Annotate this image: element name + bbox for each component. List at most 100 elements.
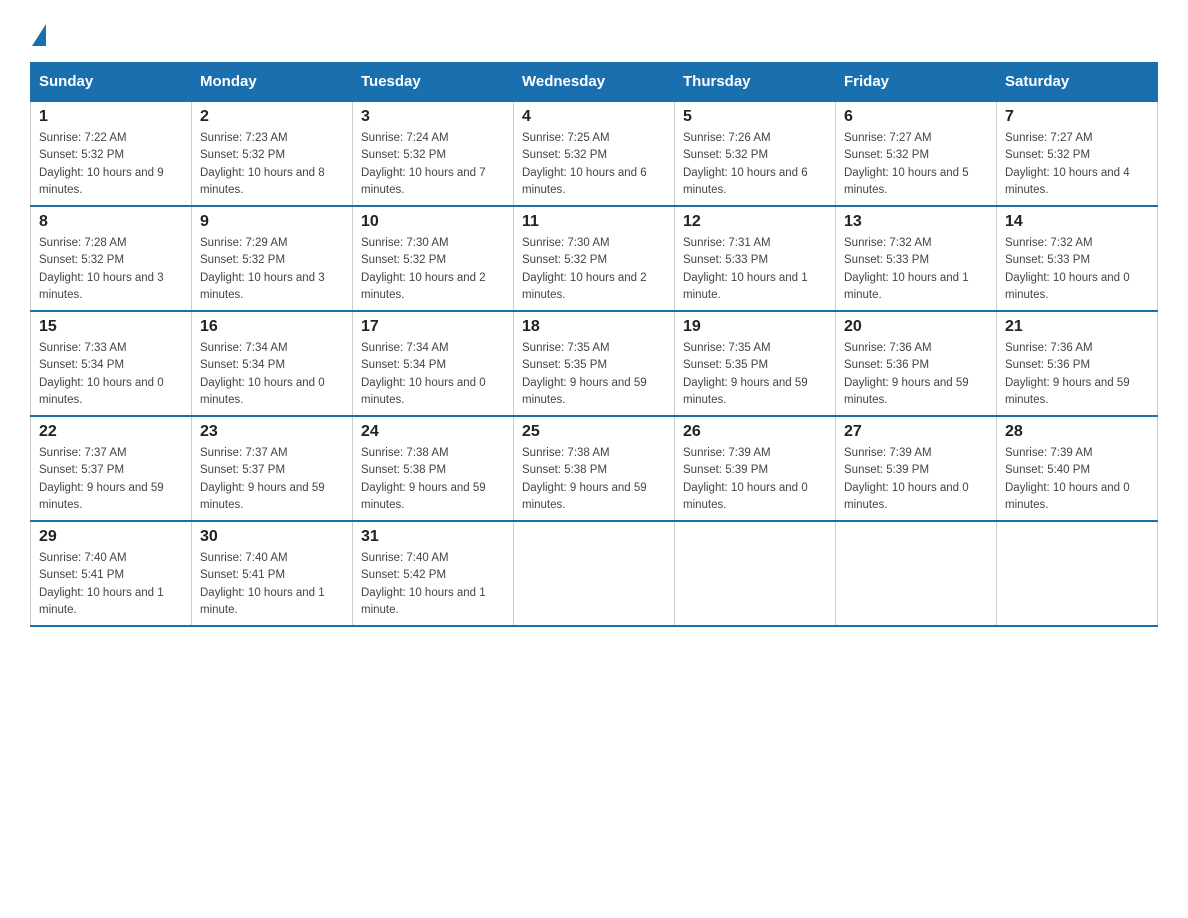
day-info: Sunrise: 7:40 AMSunset: 5:42 PMDaylight:… [361, 550, 505, 619]
calendar-week-row: 22 Sunrise: 7:37 AMSunset: 5:37 PMDaylig… [31, 416, 1158, 521]
calendar-cell: 8 Sunrise: 7:28 AMSunset: 5:32 PMDayligh… [31, 206, 192, 311]
calendar-cell: 26 Sunrise: 7:39 AMSunset: 5:39 PMDaylig… [675, 416, 836, 521]
day-info: Sunrise: 7:39 AMSunset: 5:39 PMDaylight:… [683, 445, 827, 514]
calendar-cell: 29 Sunrise: 7:40 AMSunset: 5:41 PMDaylig… [31, 521, 192, 626]
logo-triangle-icon [32, 24, 46, 46]
calendar-cell: 23 Sunrise: 7:37 AMSunset: 5:37 PMDaylig… [192, 416, 353, 521]
day-number: 29 [39, 528, 183, 546]
weekday-header-thursday: Thursday [675, 63, 836, 102]
day-number: 8 [39, 213, 183, 231]
day-number: 3 [361, 108, 505, 126]
calendar-cell: 10 Sunrise: 7:30 AMSunset: 5:32 PMDaylig… [353, 206, 514, 311]
day-info: Sunrise: 7:36 AMSunset: 5:36 PMDaylight:… [844, 340, 988, 409]
calendar-cell: 12 Sunrise: 7:31 AMSunset: 5:33 PMDaylig… [675, 206, 836, 311]
day-info: Sunrise: 7:38 AMSunset: 5:38 PMDaylight:… [522, 445, 666, 514]
day-info: Sunrise: 7:25 AMSunset: 5:32 PMDaylight:… [522, 130, 666, 199]
day-number: 9 [200, 213, 344, 231]
calendar-cell: 7 Sunrise: 7:27 AMSunset: 5:32 PMDayligh… [997, 101, 1158, 206]
weekday-header-saturday: Saturday [997, 63, 1158, 102]
day-info: Sunrise: 7:30 AMSunset: 5:32 PMDaylight:… [522, 235, 666, 304]
day-info: Sunrise: 7:37 AMSunset: 5:37 PMDaylight:… [200, 445, 344, 514]
weekday-header-tuesday: Tuesday [353, 63, 514, 102]
calendar-cell: 6 Sunrise: 7:27 AMSunset: 5:32 PMDayligh… [836, 101, 997, 206]
day-info: Sunrise: 7:26 AMSunset: 5:32 PMDaylight:… [683, 130, 827, 199]
day-info: Sunrise: 7:22 AMSunset: 5:32 PMDaylight:… [39, 130, 183, 199]
calendar-cell: 11 Sunrise: 7:30 AMSunset: 5:32 PMDaylig… [514, 206, 675, 311]
calendar-cell: 21 Sunrise: 7:36 AMSunset: 5:36 PMDaylig… [997, 311, 1158, 416]
calendar-cell: 25 Sunrise: 7:38 AMSunset: 5:38 PMDaylig… [514, 416, 675, 521]
day-number: 18 [522, 318, 666, 336]
day-info: Sunrise: 7:27 AMSunset: 5:32 PMDaylight:… [844, 130, 988, 199]
day-info: Sunrise: 7:28 AMSunset: 5:32 PMDaylight:… [39, 235, 183, 304]
day-number: 2 [200, 108, 344, 126]
day-number: 6 [844, 108, 988, 126]
day-info: Sunrise: 7:37 AMSunset: 5:37 PMDaylight:… [39, 445, 183, 514]
calendar-cell: 3 Sunrise: 7:24 AMSunset: 5:32 PMDayligh… [353, 101, 514, 206]
day-number: 11 [522, 213, 666, 231]
calendar-cell [836, 521, 997, 626]
day-number: 22 [39, 423, 183, 441]
day-info: Sunrise: 7:34 AMSunset: 5:34 PMDaylight:… [200, 340, 344, 409]
calendar-cell: 19 Sunrise: 7:35 AMSunset: 5:35 PMDaylig… [675, 311, 836, 416]
day-number: 25 [522, 423, 666, 441]
calendar-cell: 18 Sunrise: 7:35 AMSunset: 5:35 PMDaylig… [514, 311, 675, 416]
day-info: Sunrise: 7:34 AMSunset: 5:34 PMDaylight:… [361, 340, 505, 409]
calendar-cell: 9 Sunrise: 7:29 AMSunset: 5:32 PMDayligh… [192, 206, 353, 311]
weekday-header-row: SundayMondayTuesdayWednesdayThursdayFrid… [31, 63, 1158, 102]
day-number: 31 [361, 528, 505, 546]
calendar-cell [997, 521, 1158, 626]
calendar-cell: 20 Sunrise: 7:36 AMSunset: 5:36 PMDaylig… [836, 311, 997, 416]
day-number: 20 [844, 318, 988, 336]
weekday-header-friday: Friday [836, 63, 997, 102]
day-info: Sunrise: 7:23 AMSunset: 5:32 PMDaylight:… [200, 130, 344, 199]
calendar-cell: 22 Sunrise: 7:37 AMSunset: 5:37 PMDaylig… [31, 416, 192, 521]
day-info: Sunrise: 7:35 AMSunset: 5:35 PMDaylight:… [522, 340, 666, 409]
weekday-header-sunday: Sunday [31, 63, 192, 102]
day-info: Sunrise: 7:32 AMSunset: 5:33 PMDaylight:… [844, 235, 988, 304]
calendar-cell: 24 Sunrise: 7:38 AMSunset: 5:38 PMDaylig… [353, 416, 514, 521]
weekday-header-monday: Monday [192, 63, 353, 102]
calendar-week-row: 1 Sunrise: 7:22 AMSunset: 5:32 PMDayligh… [31, 101, 1158, 206]
day-number: 10 [361, 213, 505, 231]
day-info: Sunrise: 7:32 AMSunset: 5:33 PMDaylight:… [1005, 235, 1149, 304]
day-info: Sunrise: 7:39 AMSunset: 5:39 PMDaylight:… [844, 445, 988, 514]
day-number: 15 [39, 318, 183, 336]
day-info: Sunrise: 7:31 AMSunset: 5:33 PMDaylight:… [683, 235, 827, 304]
calendar-cell: 5 Sunrise: 7:26 AMSunset: 5:32 PMDayligh… [675, 101, 836, 206]
calendar-table: SundayMondayTuesdayWednesdayThursdayFrid… [30, 62, 1158, 627]
weekday-header-wednesday: Wednesday [514, 63, 675, 102]
day-number: 23 [200, 423, 344, 441]
day-info: Sunrise: 7:39 AMSunset: 5:40 PMDaylight:… [1005, 445, 1149, 514]
calendar-cell [514, 521, 675, 626]
day-number: 21 [1005, 318, 1149, 336]
day-info: Sunrise: 7:36 AMSunset: 5:36 PMDaylight:… [1005, 340, 1149, 409]
day-info: Sunrise: 7:33 AMSunset: 5:34 PMDaylight:… [39, 340, 183, 409]
day-info: Sunrise: 7:29 AMSunset: 5:32 PMDaylight:… [200, 235, 344, 304]
calendar-week-row: 29 Sunrise: 7:40 AMSunset: 5:41 PMDaylig… [31, 521, 1158, 626]
calendar-cell: 15 Sunrise: 7:33 AMSunset: 5:34 PMDaylig… [31, 311, 192, 416]
calendar-cell: 1 Sunrise: 7:22 AMSunset: 5:32 PMDayligh… [31, 101, 192, 206]
day-info: Sunrise: 7:38 AMSunset: 5:38 PMDaylight:… [361, 445, 505, 514]
day-number: 27 [844, 423, 988, 441]
day-number: 19 [683, 318, 827, 336]
calendar-cell: 14 Sunrise: 7:32 AMSunset: 5:33 PMDaylig… [997, 206, 1158, 311]
day-number: 16 [200, 318, 344, 336]
calendar-cell [675, 521, 836, 626]
day-info: Sunrise: 7:30 AMSunset: 5:32 PMDaylight:… [361, 235, 505, 304]
day-number: 13 [844, 213, 988, 231]
day-number: 5 [683, 108, 827, 126]
day-info: Sunrise: 7:35 AMSunset: 5:35 PMDaylight:… [683, 340, 827, 409]
day-info: Sunrise: 7:40 AMSunset: 5:41 PMDaylight:… [39, 550, 183, 619]
calendar-week-row: 15 Sunrise: 7:33 AMSunset: 5:34 PMDaylig… [31, 311, 1158, 416]
calendar-cell: 4 Sunrise: 7:25 AMSunset: 5:32 PMDayligh… [514, 101, 675, 206]
calendar-cell: 17 Sunrise: 7:34 AMSunset: 5:34 PMDaylig… [353, 311, 514, 416]
day-number: 1 [39, 108, 183, 126]
calendar-cell: 28 Sunrise: 7:39 AMSunset: 5:40 PMDaylig… [997, 416, 1158, 521]
calendar-cell: 16 Sunrise: 7:34 AMSunset: 5:34 PMDaylig… [192, 311, 353, 416]
day-info: Sunrise: 7:40 AMSunset: 5:41 PMDaylight:… [200, 550, 344, 619]
day-number: 26 [683, 423, 827, 441]
day-number: 17 [361, 318, 505, 336]
logo [30, 20, 46, 46]
calendar-week-row: 8 Sunrise: 7:28 AMSunset: 5:32 PMDayligh… [31, 206, 1158, 311]
calendar-cell: 27 Sunrise: 7:39 AMSunset: 5:39 PMDaylig… [836, 416, 997, 521]
